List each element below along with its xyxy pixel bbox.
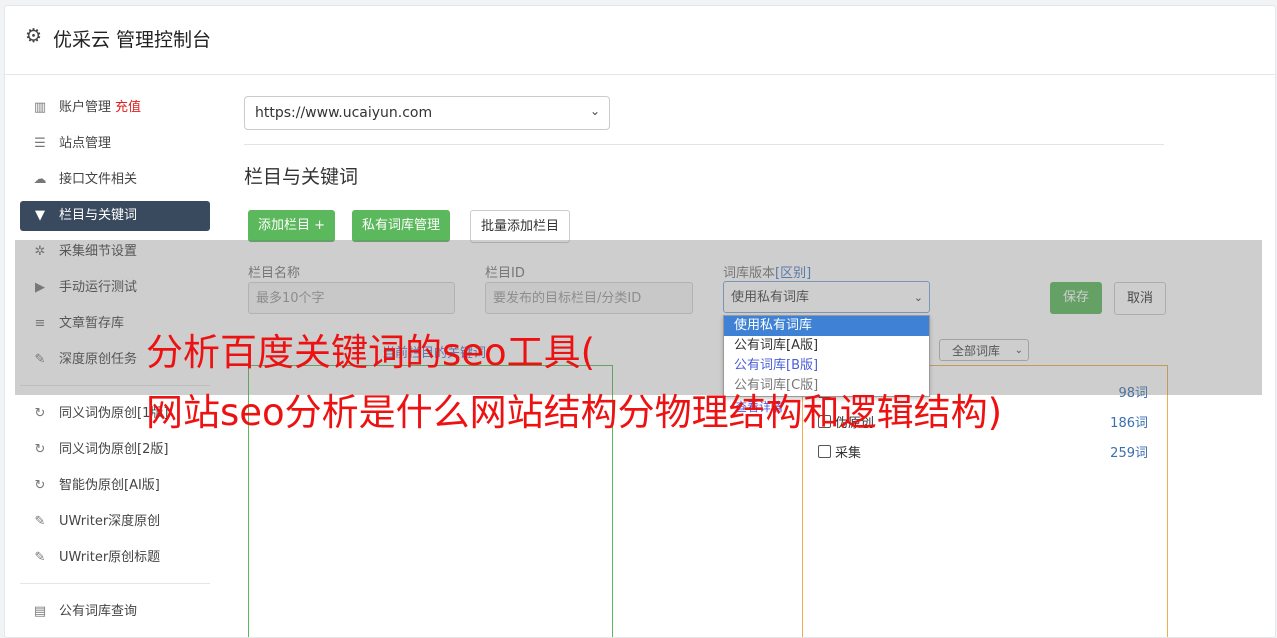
sidebar-item-ai-rewrite[interactable]: ↻ 智能伪原创[AI版] — [20, 471, 210, 501]
sidebar-item-account[interactable]: ▥ 账户管理 充值 — [20, 93, 210, 123]
site-select-value: https://www.ucaiyun.com — [255, 105, 433, 121]
bar-chart-icon: ▥ — [33, 100, 47, 115]
sidebar-item-label: UWriter原创标题 — [59, 550, 161, 565]
refresh-icon: ↻ — [34, 442, 46, 457]
cloud-upload-icon: ☁ — [33, 172, 47, 187]
edit-icon: ✎ — [34, 550, 46, 565]
section-title: 栏目与关键词 — [244, 166, 359, 188]
sidebar-item-label: 同义词伪原创[2版] — [59, 442, 169, 457]
app-header: ⚙ 优采云 管理控制台 — [5, 6, 1275, 75]
add-column-button[interactable]: 添加栏目 + — [248, 210, 336, 242]
watermark-line-2: 网站seo分析是什么网站结构分物理结构和逻辑结构) — [146, 391, 1003, 434]
sidebar-item-label: 站点管理 — [59, 136, 112, 151]
app-title: 优采云 管理控制台 — [53, 29, 212, 51]
sidebar-item-label: 账户管理 — [59, 100, 112, 115]
sidebar-item-public-lexicon[interactable]: ▤ 公有词库查询 — [20, 597, 210, 627]
book-icon: ▤ — [33, 604, 47, 619]
refresh-icon: ↻ — [34, 406, 46, 421]
edit-icon: ✎ — [34, 514, 46, 529]
sidebar-item-sites[interactable]: ☰ 站点管理 — [20, 129, 210, 159]
dropdown-option[interactable]: 公有词库[B版] — [724, 356, 929, 376]
sidebar-item-label: 智能伪原创[AI版] — [59, 478, 160, 493]
sidebar-item-synonym-v2[interactable]: ↻ 同义词伪原创[2版] — [20, 435, 210, 465]
sidebar-item-label: 接口文件相关 — [59, 172, 138, 187]
private-lexicon-button[interactable]: 私有词库管理 — [352, 210, 451, 242]
sidebar-item-label: UWriter深度原创 — [59, 514, 161, 529]
library-count: 186词 — [1110, 416, 1148, 431]
library-name: 采集 — [835, 446, 862, 461]
divider — [244, 144, 1164, 145]
server-icon: ☰ — [34, 136, 46, 151]
sidebar-item-uwriter-title[interactable]: ✎ UWriter原创标题 — [20, 543, 210, 573]
library-row[interactable]: 采集 259词 — [818, 442, 1148, 462]
chevron-down-icon: ⌄ — [589, 104, 600, 118]
sidebar-item-label: 公有词库查询 — [59, 604, 138, 619]
filter-icon: ▼ — [35, 208, 45, 223]
library-count: 259词 — [1110, 446, 1148, 461]
sidebar-item-columns-keywords[interactable]: ▼ 栏目与关键词 — [20, 201, 210, 231]
batch-add-button[interactable]: 批量添加栏目 — [470, 210, 571, 243]
dropdown-option[interactable]: 公有词库[A版] — [724, 336, 929, 356]
checkbox[interactable] — [818, 445, 831, 458]
gear-icon: ⚙ — [25, 25, 43, 47]
refresh-icon: ↻ — [34, 478, 46, 493]
sidebar-item-interface[interactable]: ☁ 接口文件相关 — [20, 165, 210, 195]
site-select[interactable]: https://www.ucaiyun.com ⌄ — [244, 96, 610, 130]
sidebar-divider — [20, 583, 210, 584]
sidebar-item-uwriter-deep[interactable]: ✎ UWriter深度原创 — [20, 507, 210, 537]
sidebar-item-label: 栏目与关键词 — [59, 208, 138, 223]
watermark-line-1: 分析百度关键词的seo工具( — [146, 331, 596, 374]
recharge-link[interactable]: 充值 — [115, 100, 141, 115]
dropdown-option[interactable]: 使用私有词库 — [724, 316, 929, 336]
